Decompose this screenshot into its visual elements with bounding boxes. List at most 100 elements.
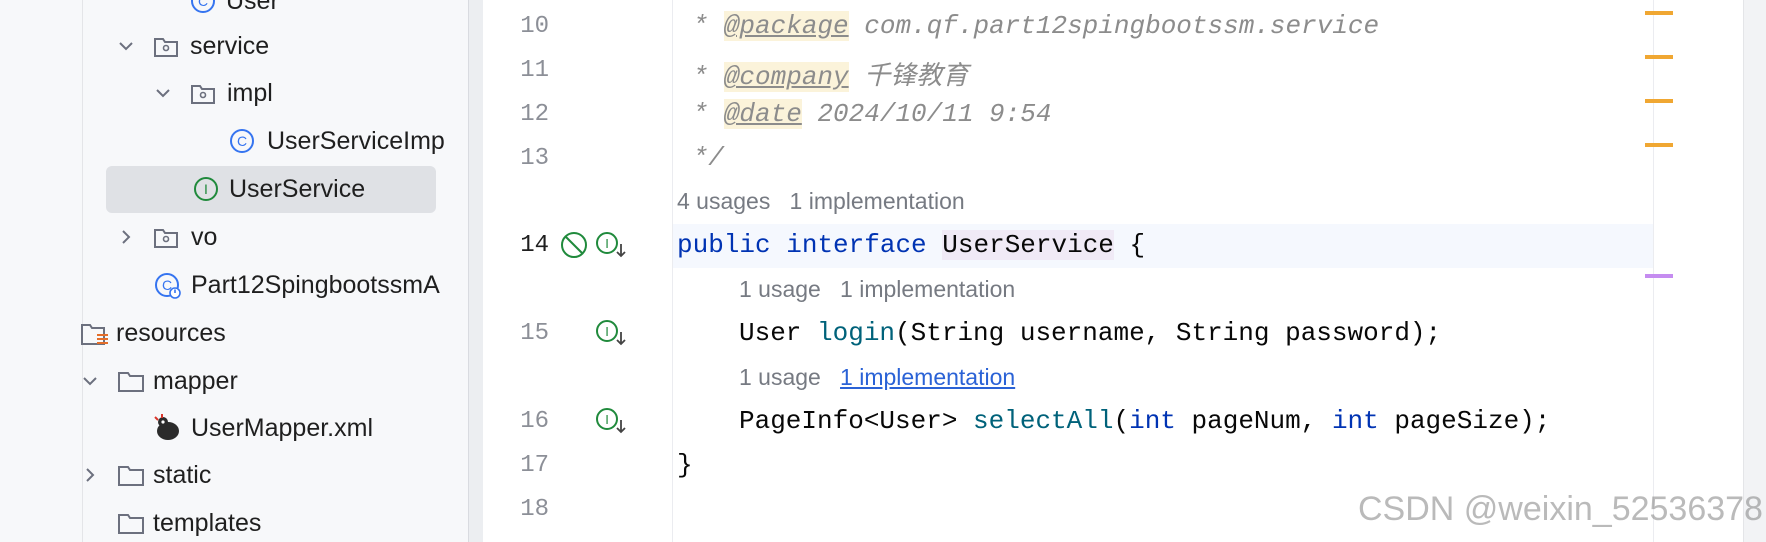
inlay-hint-selectall[interactable]: 1 usage 1 implementation: [739, 364, 1015, 391]
line-number: 14: [520, 232, 549, 259]
chevron-down-icon[interactable]: [116, 36, 136, 56]
tree-item-impl[interactable]: impl: [0, 70, 468, 116]
implementation-hint[interactable]: 1 implementation: [840, 276, 1015, 302]
tree-item-resources[interactable]: resources: [0, 310, 468, 356]
line-number: 12: [520, 101, 549, 128]
project-tree: C User service impl C UserServiceImp I U…: [0, 0, 468, 542]
chevron-down-icon[interactable]: [153, 83, 173, 103]
svg-text:I: I: [204, 181, 208, 197]
code-line-16[interactable]: PageInfo<User> selectAll(int pageNum, in…: [739, 406, 1550, 436]
code-token: pageNum,: [1175, 406, 1332, 436]
implemented-method-icon[interactable]: I: [594, 406, 626, 436]
line-number: 13: [520, 145, 549, 172]
code-token: com.qf.part12spingbootssm.service: [848, 11, 1380, 41]
code-line-10[interactable]: * @package com.qf.part12spingbootssm.ser…: [677, 11, 1379, 41]
code-editor[interactable]: 10 11 12 13 14 15 16 17 18 I I I * @pack…: [489, 0, 1653, 542]
code-token: 千锋教育: [848, 62, 969, 92]
tree-item-usermapper-xml[interactable]: UserMapper.xml: [0, 405, 468, 451]
error-stripe[interactable]: [1645, 0, 1766, 542]
panel-splitter[interactable]: [468, 0, 483, 542]
class-icon: C: [229, 128, 255, 154]
javadoc-tag: @date: [723, 99, 802, 129]
keyword-token: interface: [786, 230, 927, 260]
code-token: *: [677, 11, 724, 41]
interface-icon: I: [193, 176, 219, 202]
code-line-12[interactable]: * @date 2024/10/11 9:54: [677, 99, 1051, 129]
keyword-token: public: [677, 230, 771, 260]
tree-item-label: UserServiceImp: [267, 126, 445, 155]
package-folder-icon: [190, 80, 216, 106]
tree-item-mapper[interactable]: mapper: [0, 358, 468, 404]
line-number: 10: [520, 13, 549, 40]
tree-item-application-class[interactable]: C Part12SpingbootssmA: [0, 262, 468, 308]
code-line-11[interactable]: * @company 千锋教育: [677, 55, 968, 92]
tree-item-service[interactable]: service: [0, 23, 468, 69]
warning-marker[interactable]: [1645, 143, 1673, 147]
package-folder-icon: [153, 224, 179, 250]
javadoc-tag: @company: [723, 62, 849, 92]
tree-item-vo[interactable]: vo: [0, 214, 468, 260]
no-run-icon[interactable]: [559, 230, 589, 260]
svg-text:C: C: [237, 133, 247, 149]
keyword-token: int: [1129, 406, 1176, 436]
chevron-down-icon[interactable]: [80, 371, 100, 391]
inlay-hint-login[interactable]: 1 usage 1 implementation: [739, 276, 1015, 303]
mybatis-xml-icon: [153, 413, 183, 443]
interface-name-token: UserService: [942, 230, 1114, 260]
usages-hint[interactable]: 1 usage: [739, 364, 821, 390]
method-name-token: selectAll: [973, 406, 1114, 436]
implementation-link[interactable]: 1 implementation: [840, 364, 1015, 390]
tree-item-label: templates: [153, 508, 262, 537]
package-folder-icon: [153, 33, 179, 59]
info-marker[interactable]: [1645, 274, 1673, 278]
javadoc-tag: @package: [723, 11, 849, 41]
code-token: *: [677, 62, 724, 92]
usages-hint[interactable]: 1 usage: [739, 276, 821, 302]
svg-text:I: I: [605, 412, 609, 427]
tree-item-static[interactable]: static: [0, 452, 468, 498]
chevron-right-icon[interactable]: [116, 227, 136, 247]
code-token: pageSize);: [1378, 406, 1551, 436]
tree-item-label: mapper: [153, 366, 238, 395]
code-token: 2024/10/11 9:54: [801, 99, 1052, 129]
keyword-token: int: [1331, 406, 1379, 436]
tree-item-templates[interactable]: templates: [0, 500, 468, 542]
code-token: {: [1113, 230, 1146, 260]
tree-item-label: static: [153, 460, 212, 489]
tree-item-userservice[interactable]: I UserService: [0, 166, 468, 212]
code-line-15[interactable]: User login(String username, String passw…: [739, 318, 1441, 348]
folder-icon: [117, 462, 144, 488]
warning-marker[interactable]: [1645, 11, 1673, 15]
warning-marker[interactable]: [1645, 99, 1673, 103]
code-line-14[interactable]: public interface UserService {: [677, 230, 1145, 260]
code-token: PageInfo<User>: [739, 406, 974, 436]
code-line-13[interactable]: */: [677, 143, 724, 173]
tree-item-label: Part12SpingbootssmA: [191, 270, 440, 299]
vertical-scrollbar[interactable]: [1743, 0, 1766, 542]
watermark: CSDN @weixin_52536378: [1358, 490, 1763, 528]
tree-item-user[interactable]: C User: [0, 0, 468, 24]
implementation-hint[interactable]: 1 implementation: [790, 188, 965, 214]
line-number: 16: [520, 408, 549, 435]
tree-item-label: UserService: [229, 174, 366, 203]
implemented-interface-icon[interactable]: I: [594, 230, 626, 260]
svg-text:C: C: [198, 0, 208, 9]
inlay-hint-interface[interactable]: 4 usages 1 implementation: [677, 188, 965, 215]
line-number: 11: [520, 57, 549, 84]
tree-item-label: UserMapper.xml: [191, 413, 373, 442]
folder-icon: [117, 368, 144, 394]
code-token: User: [739, 318, 818, 348]
svg-text:I: I: [605, 324, 609, 339]
code-token: */: [677, 143, 724, 173]
code-line-17[interactable]: }: [677, 450, 693, 480]
warning-marker[interactable]: [1645, 55, 1673, 59]
usages-hint[interactable]: 4 usages: [677, 188, 770, 214]
class-icon: C: [190, 0, 216, 14]
tree-item-label: User: [226, 0, 279, 15]
svg-text:I: I: [605, 236, 609, 251]
line-number: 18: [520, 496, 549, 523]
implemented-method-icon[interactable]: I: [594, 318, 626, 348]
chevron-right-icon[interactable]: [80, 465, 100, 485]
tree-item-userserviceimpl[interactable]: C UserServiceImp: [0, 118, 468, 164]
code-token: *: [677, 99, 724, 129]
